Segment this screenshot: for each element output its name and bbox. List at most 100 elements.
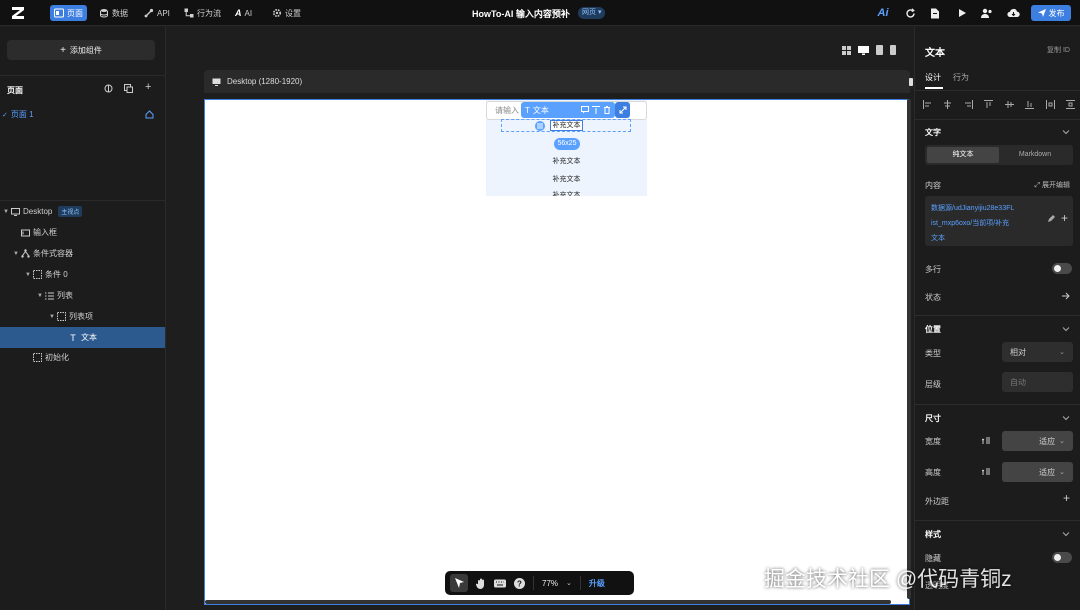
add-binding-icon[interactable]: + (1061, 211, 1068, 226)
project-title[interactable]: HowTo-AI 输入内容预补 (472, 7, 570, 20)
chevron-down-icon[interactable] (1062, 530, 1070, 538)
text-icon: T (525, 105, 530, 115)
grid-view-icon[interactable] (841, 45, 851, 55)
caret-down-icon[interactable]: ▼ (36, 293, 44, 299)
expand-edit-label: 展开编辑 (1042, 182, 1070, 189)
horizontal-scrollbar[interactable] (205, 600, 891, 604)
tablet-view-icon[interactable] (876, 45, 884, 55)
content-binding-field[interactable]: 数据源/udJianyijiu28e33FL ist_mxp6oxo/当前项/补… (925, 196, 1073, 246)
nav-label: AI (244, 8, 253, 18)
pointer-tool-icon[interactable] (450, 574, 468, 592)
duplicate-page-icon[interactable] (124, 84, 133, 93)
tree-node-condition-0[interactable]: ▼ 条件 0 (0, 264, 165, 285)
copy-id-button[interactable]: 复制 ID (1047, 45, 1070, 55)
expand-edit-button[interactable]: ⤢ 展开编辑 (1034, 180, 1070, 190)
divider (915, 520, 1080, 521)
chevron-down-icon[interactable] (1062, 325, 1070, 333)
tree-node-text[interactable]: T 文本 (0, 327, 165, 348)
collaborators-icon[interactable] (980, 6, 994, 20)
element-floating-toolbar: T 文本 (521, 102, 615, 118)
home-icon[interactable] (145, 110, 154, 119)
list-item-text[interactable]: 补充文本 (550, 156, 583, 166)
tree-node-init[interactable]: 初始化 (0, 347, 165, 368)
nav-workflow[interactable]: 行为流 (180, 5, 225, 21)
add-component-label: 添加组件 (69, 45, 102, 55)
selected-text-element[interactable]: 补充文本 (550, 120, 583, 131)
vertical-scrollbar[interactable] (907, 99, 911, 599)
align-right-icon[interactable] (964, 100, 973, 110)
align-top-icon[interactable] (592, 106, 600, 114)
ai-assistant-icon[interactable]: Ai (876, 6, 890, 20)
chevron-down-icon[interactable] (1062, 414, 1070, 422)
align-left-icon[interactable] (923, 100, 932, 110)
page-item-1[interactable]: ✓ 页面 1 (2, 109, 162, 120)
nav-data[interactable]: 数据 (95, 5, 132, 21)
size-link-icon[interactable] (982, 467, 991, 476)
help-icon[interactable]: ? (514, 577, 525, 589)
align-top-icon[interactable] (984, 100, 994, 110)
hand-tool-icon[interactable] (476, 578, 486, 589)
caret-down-icon[interactable]: ▼ (24, 272, 32, 278)
width-select[interactable]: 适应 ⌄ (1002, 431, 1073, 451)
keyboard-icon[interactable] (494, 579, 506, 588)
app-logo[interactable] (10, 5, 26, 21)
caret-down-icon[interactable]: ▼ (12, 251, 20, 257)
desktop-view-icon[interactable] (857, 45, 869, 55)
nav-api[interactable]: API (140, 5, 174, 21)
arrow-right-icon[interactable] (1062, 292, 1070, 300)
viewport-resize-handle[interactable] (909, 78, 913, 86)
height-select[interactable]: 适应 ⌄ (1002, 462, 1073, 482)
nav-pages[interactable]: 页面 (50, 5, 87, 21)
platform-badge[interactable]: 网页 ▾ (578, 7, 606, 19)
cloud-download-icon[interactable] (1006, 6, 1020, 20)
distribute-vertical-icon[interactable] (1065, 100, 1075, 110)
list-item-text[interactable]: 补充文本 (550, 191, 583, 196)
page-canvas[interactable]: 请输入 T 文本 补充文本 56x25 补充文本 补充文本 补充文本 (204, 99, 910, 605)
size-link-icon[interactable] (982, 436, 991, 445)
add-page-icon[interactable]: + (145, 81, 151, 93)
publish-label: 发布 (1048, 8, 1065, 18)
tab-behavior[interactable]: 行为 (953, 72, 969, 83)
tree-node-conditional-container[interactable]: ▼ 条件式容器 (0, 243, 165, 264)
device-switcher (838, 41, 900, 59)
layer-input[interactable]: 自动 (1002, 372, 1073, 392)
zoom-level[interactable]: 77% (542, 579, 558, 588)
publish-button[interactable]: 发布 (1031, 5, 1071, 21)
refresh-icon[interactable] (903, 6, 917, 20)
tab-design[interactable]: 设计 (925, 72, 941, 83)
align-bottom-icon[interactable] (1025, 100, 1035, 110)
nav-settings[interactable]: 设置 (268, 5, 305, 21)
comment-icon[interactable] (581, 106, 589, 114)
tree-node-input[interactable]: 输入框 (0, 222, 165, 243)
align-middle-icon[interactable] (1004, 100, 1014, 110)
page-settings-icon[interactable] (104, 84, 113, 93)
distribute-horizontal-icon[interactable] (1045, 100, 1055, 110)
hidden-toggle[interactable] (1052, 552, 1072, 563)
add-component-button[interactable]: + 添加组件 (7, 40, 155, 60)
pen-icon[interactable] (1047, 215, 1055, 223)
position-type-select[interactable]: 相对 ⌄ (1002, 342, 1073, 362)
list-handle-icon[interactable] (535, 121, 545, 131)
tree-node-desktop[interactable]: ▼ Desktop 主视点 (0, 201, 165, 222)
align-center-horizontal-icon[interactable] (943, 100, 952, 110)
caret-down-icon[interactable]: ▼ (2, 209, 10, 215)
add-margin-icon[interactable]: + (1063, 491, 1070, 505)
nav-ai[interactable]: A AI (231, 5, 256, 21)
chevron-down-icon[interactable]: ⌄ (566, 579, 572, 587)
document-icon[interactable] (928, 6, 942, 20)
database-icon (99, 8, 109, 18)
multiline-toggle[interactable] (1052, 263, 1072, 274)
chevron-down-icon[interactable] (1062, 128, 1070, 136)
tree-node-list[interactable]: ▼ 列表 (0, 285, 165, 306)
tree-node-list-item[interactable]: ▼ 列表项 (0, 306, 165, 327)
markdown-option[interactable]: Markdown (999, 147, 1071, 163)
list-item-text[interactable]: 补充文本 (550, 174, 583, 184)
multiline-label: 多行 (925, 265, 941, 274)
mobile-view-icon[interactable] (890, 45, 897, 55)
plain-text-option[interactable]: 纯文本 (927, 147, 999, 163)
upgrade-button[interactable]: 升级 (589, 578, 605, 589)
caret-down-icon[interactable]: ▼ (48, 314, 56, 320)
preview-play-icon[interactable] (955, 6, 969, 20)
delete-icon[interactable] (603, 106, 611, 114)
expand-icon[interactable] (615, 102, 630, 118)
